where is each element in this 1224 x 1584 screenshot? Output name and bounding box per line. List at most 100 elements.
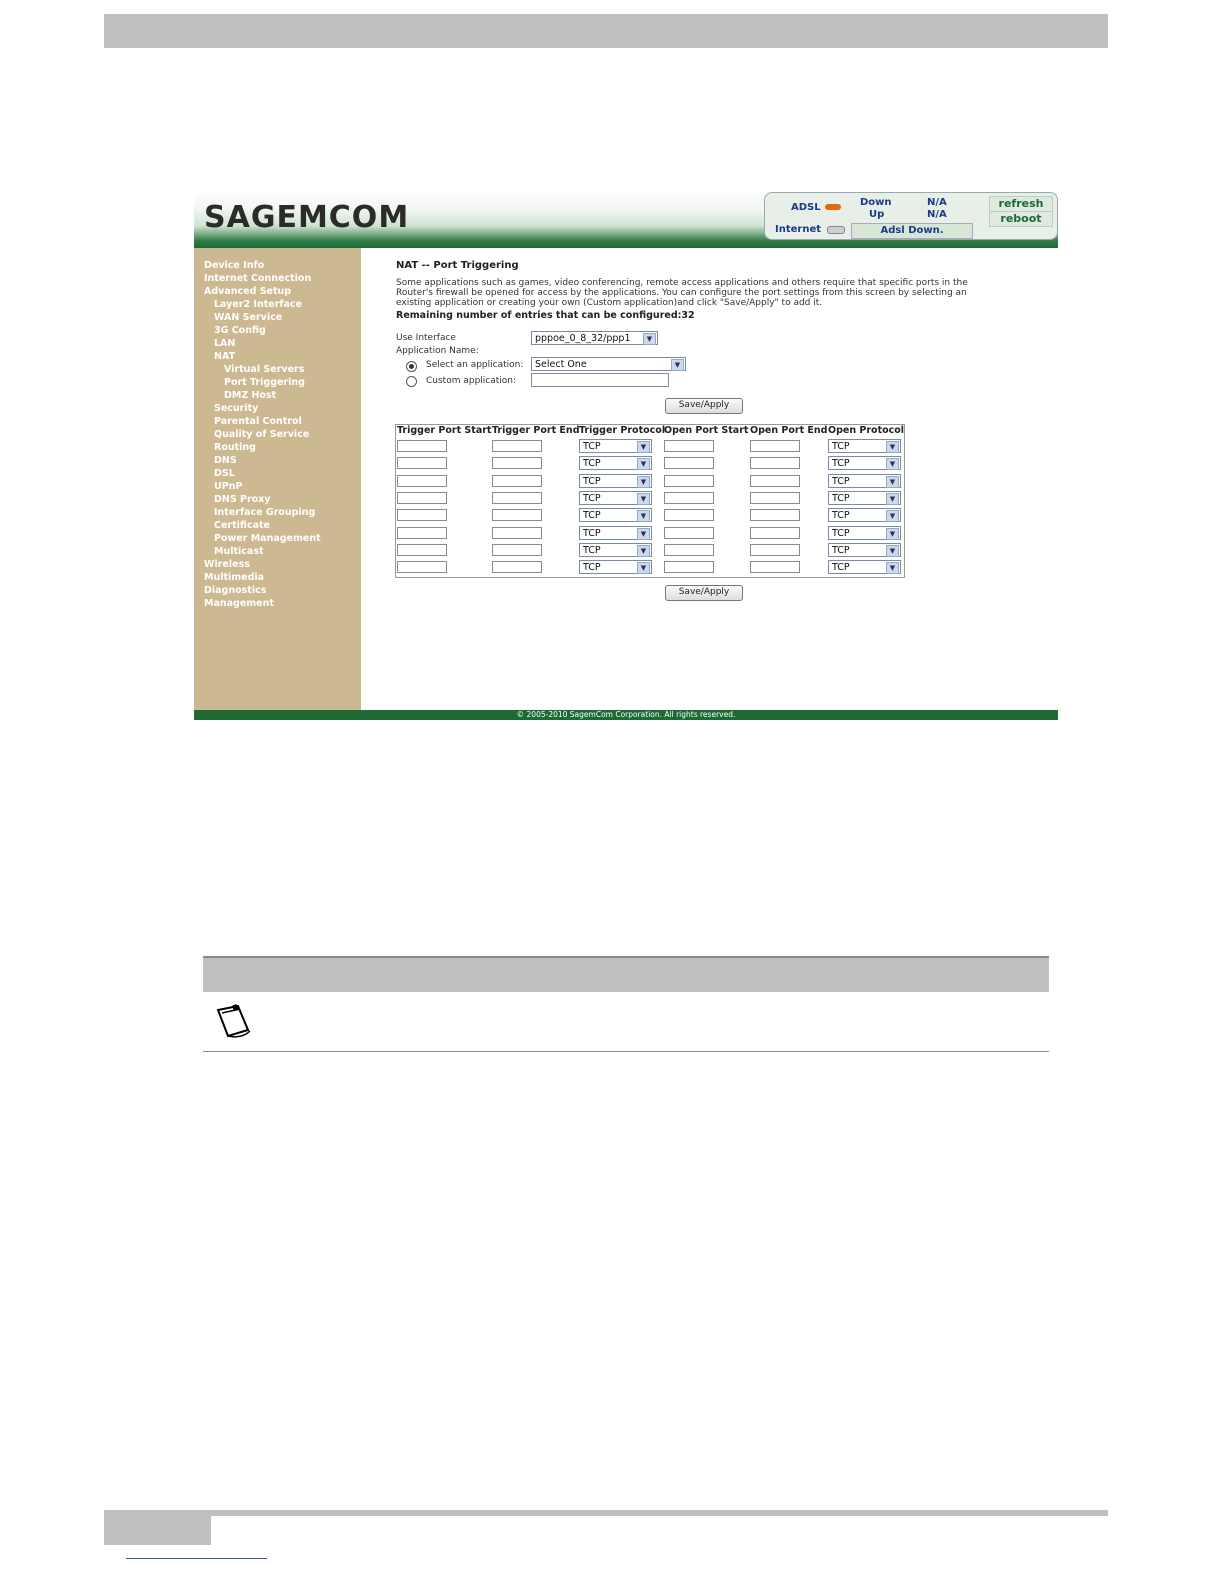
chevron-down-icon: ▼: [643, 333, 656, 345]
trigger-protocol-select[interactable]: TCP ▼: [579, 490, 652, 505]
open-port-start-input[interactable]: [664, 440, 714, 452]
trigger-port-end-input[interactable]: [492, 543, 542, 556]
table-row: TCP ▼ TCP ▼: [396, 455, 904, 471]
sidebar-item-advanced-setup[interactable]: Advanced Setup: [204, 286, 291, 297]
refresh-button[interactable]: refresh: [989, 196, 1053, 212]
open-port-end-input[interactable]: [750, 474, 800, 487]
trigger-protocol-select[interactable]: TCP ▼: [579, 560, 652, 575]
open-protocol-select[interactable]: TCP ▼: [828, 439, 901, 453]
open-port-start-input[interactable]: [664, 457, 714, 470]
trigger-port-start-input[interactable]: [397, 526, 447, 539]
sidebar-item-security[interactable]: Security: [214, 403, 258, 414]
trigger-port-end-input[interactable]: [492, 474, 542, 487]
open-port-end-input[interactable]: [750, 526, 800, 539]
trigger-protocol-select[interactable]: TCP ▼: [579, 542, 652, 557]
protocol-value: TCP: [583, 441, 601, 452]
trigger-port-start-input[interactable]: [397, 457, 447, 470]
sidebar-item-multicast[interactable]: Multicast: [214, 546, 264, 557]
open-port-end-input[interactable]: [750, 561, 800, 574]
open-port-start-input[interactable]: [664, 543, 714, 556]
sidebar-item-upnp[interactable]: UPnP: [214, 481, 242, 492]
table-header: Trigger Protocol: [579, 425, 666, 436]
table-header: Open Port End: [750, 425, 828, 436]
chevron-down-icon: ▼: [637, 441, 650, 453]
sidebar-item-dsl[interactable]: DSL: [214, 468, 235, 479]
page-number-box: [104, 1516, 211, 1545]
trigger-port-start-input[interactable]: [397, 474, 447, 487]
open-protocol-select[interactable]: TCP ▼: [828, 542, 901, 557]
chevron-down-icon: ▼: [886, 492, 899, 505]
trigger-port-start-input[interactable]: [397, 509, 447, 522]
protocol-value: TCP: [583, 510, 601, 522]
trigger-protocol-select[interactable]: TCP ▼: [579, 439, 652, 453]
reboot-button[interactable]: reboot: [989, 211, 1053, 227]
sidebar-item-dmz-host[interactable]: DMZ Host: [224, 390, 276, 401]
sidebar-item-port-triggering[interactable]: Port Triggering: [224, 377, 305, 388]
down-label: Down: [860, 197, 892, 208]
open-port-start-input[interactable]: [664, 561, 714, 574]
trigger-protocol-select[interactable]: TCP ▼: [579, 456, 652, 471]
trigger-port-end-input[interactable]: [492, 440, 542, 452]
sidebar-item-dns[interactable]: DNS: [214, 455, 237, 466]
sidebar-item-virtual-servers[interactable]: Virtual Servers: [224, 364, 304, 375]
open-protocol-select[interactable]: TCP ▼: [828, 508, 901, 523]
sidebar-item-power-management[interactable]: Power Management: [214, 533, 321, 544]
save-apply-button-top[interactable]: Save/Apply: [665, 398, 743, 414]
select-application-radio[interactable]: [406, 361, 417, 372]
use-interface-select[interactable]: pppoe_0_8_32/ppp1 ▼: [531, 331, 658, 345]
sidebar-item-diagnostics[interactable]: Diagnostics: [204, 585, 266, 596]
trigger-protocol-select[interactable]: TCP ▼: [579, 525, 652, 540]
trigger-port-start-input[interactable]: [397, 561, 447, 574]
sidebar-item-wan-service[interactable]: WAN Service: [214, 312, 282, 323]
open-port-start-input[interactable]: [664, 526, 714, 539]
open-protocol-select[interactable]: TCP ▼: [828, 560, 901, 575]
open-protocol-select[interactable]: TCP ▼: [828, 456, 901, 471]
up-value: N/A: [927, 209, 947, 220]
trigger-port-start-input[interactable]: [397, 440, 447, 452]
open-port-start-input[interactable]: [664, 509, 714, 522]
sidebar-item-quality-of-service[interactable]: Quality of Service: [214, 429, 309, 440]
router-header: SAGEMCOM ADSL Down Up N/A N/A Internet A…: [194, 190, 1058, 248]
trigger-port-end-input[interactable]: [492, 509, 542, 522]
open-port-end-input[interactable]: [750, 440, 800, 452]
trigger-port-end-input[interactable]: [492, 491, 542, 504]
trigger-port-end-input[interactable]: [492, 526, 542, 539]
sidebar-item-certificate[interactable]: Certificate: [214, 520, 270, 531]
sidebar-item-interface-grouping[interactable]: Interface Grouping: [214, 507, 315, 518]
sidebar-item-dns-proxy[interactable]: DNS Proxy: [214, 494, 270, 505]
chevron-down-icon: ▼: [637, 527, 650, 540]
sidebar-item-multimedia[interactable]: Multimedia: [204, 572, 264, 583]
protocol-value: TCP: [832, 475, 850, 487]
open-port-end-input[interactable]: [750, 543, 800, 556]
open-port-end-input[interactable]: [750, 509, 800, 522]
sidebar-item-lan[interactable]: LAN: [214, 338, 235, 349]
open-port-end-input[interactable]: [750, 491, 800, 504]
protocol-value: TCP: [583, 544, 601, 556]
sidebar-item-routing[interactable]: Routing: [214, 442, 256, 453]
custom-application-input[interactable]: [531, 373, 669, 387]
open-protocol-select[interactable]: TCP ▼: [828, 473, 901, 488]
open-protocol-select[interactable]: TCP ▼: [828, 525, 901, 540]
sagemcom-logo: SAGEMCOM: [204, 200, 410, 235]
sidebar-item-nat[interactable]: NAT: [214, 351, 235, 362]
trigger-port-start-input[interactable]: [397, 543, 447, 556]
open-port-start-input[interactable]: [664, 491, 714, 504]
sidebar-item-3g-config[interactable]: 3G Config: [214, 325, 266, 336]
trigger-port-end-input[interactable]: [492, 457, 542, 470]
trigger-protocol-select[interactable]: TCP ▼: [579, 508, 652, 523]
trigger-protocol-select[interactable]: TCP ▼: [579, 473, 652, 488]
sidebar-item-parental-control[interactable]: Parental Control: [214, 416, 302, 427]
open-protocol-select[interactable]: TCP ▼: [828, 490, 901, 505]
save-apply-button-bottom[interactable]: Save/Apply: [665, 585, 743, 601]
open-port-start-input[interactable]: [664, 474, 714, 487]
trigger-port-end-input[interactable]: [492, 561, 542, 574]
open-port-end-input[interactable]: [750, 457, 800, 470]
sidebar-item-device-info[interactable]: Device Info: [204, 260, 264, 271]
select-application-dropdown[interactable]: Select One ▼: [531, 357, 686, 371]
sidebar-item-management[interactable]: Management: [204, 598, 274, 609]
trigger-port-start-input[interactable]: [397, 491, 447, 504]
sidebar-item-wireless[interactable]: Wireless: [204, 559, 250, 570]
sidebar-item-layer2-interface[interactable]: Layer2 Interface: [214, 299, 302, 310]
custom-application-radio[interactable]: [406, 376, 417, 387]
sidebar-item-internet-connection[interactable]: Internet Connection: [204, 273, 311, 284]
